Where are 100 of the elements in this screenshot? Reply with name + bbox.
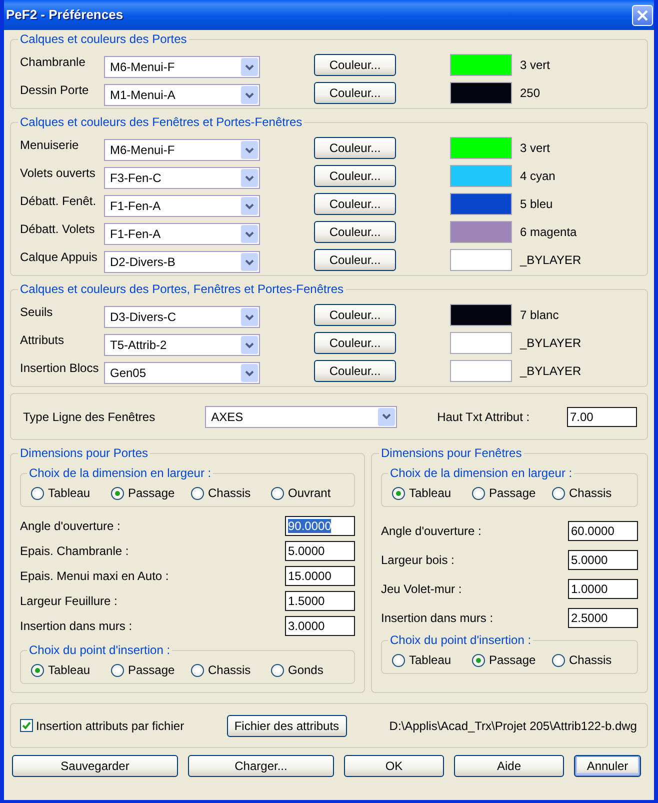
- number-input[interactable]: 2.5000: [568, 608, 638, 628]
- number-input[interactable]: 1.0000: [568, 578, 638, 598]
- radio-label[interactable]: Chassis: [208, 663, 251, 677]
- chevron-down-icon: [245, 64, 254, 70]
- group-title: Choix de la dimension en largeur :: [28, 466, 212, 480]
- color-name: 3 vert: [520, 58, 550, 72]
- radio-button[interactable]: [271, 664, 284, 676]
- radio-button[interactable]: [392, 486, 405, 500]
- dialog-button[interactable]: OK: [344, 755, 444, 777]
- field-label: Epais. Menui maxi en Auto :: [20, 568, 169, 582]
- radio-label[interactable]: Passage: [489, 653, 536, 667]
- radio-label[interactable]: Passage: [128, 663, 175, 677]
- field-label: Volets ouverts: [20, 166, 96, 180]
- group-title: Calques et couleurs des Portes, Fenêtres et Portes-Fenêtres: [19, 282, 344, 296]
- color-name: _BYLAYER: [520, 336, 582, 350]
- radio-button[interactable]: [472, 486, 485, 500]
- radio-label[interactable]: Ouvrant: [288, 486, 331, 500]
- radio-label[interactable]: Tableau: [409, 653, 452, 667]
- color-name: 250: [520, 86, 540, 100]
- radio-button[interactable]: [191, 486, 204, 500]
- group-title: Choix du point d'insertion :: [28, 643, 172, 657]
- number-input[interactable]: 5.0000: [568, 550, 638, 570]
- layer-dropdown[interactable]: M6-Menui-F: [104, 56, 260, 78]
- radio-button[interactable]: [111, 664, 124, 676]
- chevron-down-icon: [245, 92, 254, 98]
- radio-button[interactable]: [31, 486, 44, 500]
- field-label: Insertion dans murs :: [20, 618, 132, 632]
- radio-label[interactable]: Chassis: [569, 486, 612, 500]
- radio-label[interactable]: Tableau: [48, 486, 90, 500]
- color-button[interactable]: Couleur...: [314, 249, 396, 271]
- layer-dropdown[interactable]: F3-Fen-C: [104, 167, 260, 189]
- color-name: 5 bleu: [520, 197, 553, 211]
- layer-dropdown[interactable]: D3-Divers-C: [104, 306, 260, 328]
- field-label: Chambranle: [20, 55, 86, 69]
- radio-button[interactable]: [552, 486, 565, 500]
- field-label: Insertion Blocs: [20, 361, 100, 375]
- color-button[interactable]: Couleur...: [314, 193, 396, 215]
- color-name: _BYLAYER: [520, 364, 582, 378]
- radio-label[interactable]: Passage: [489, 486, 536, 500]
- field-label: Haut Txt Attribut :: [437, 410, 530, 424]
- radio-button[interactable]: [271, 486, 284, 500]
- radio-button[interactable]: [191, 664, 204, 676]
- field-label: Largeur bois :: [381, 552, 454, 566]
- checkbox-label[interactable]: Insertion attributs par fichier: [36, 718, 184, 732]
- layer-dropdown[interactable]: F1-Fen-A: [104, 223, 260, 245]
- chevron-down-icon: [245, 258, 254, 266]
- color-button[interactable]: Couleur...: [314, 304, 396, 326]
- dialog-button[interactable]: Sauvegarder: [12, 755, 178, 777]
- radio-button[interactable]: [392, 654, 405, 666]
- chevron-down-icon: [245, 174, 254, 182]
- radio-button[interactable]: [111, 486, 124, 500]
- layer-dropdown[interactable]: F1-Fen-A: [104, 195, 260, 217]
- number-input[interactable]: 3.0000: [285, 616, 355, 636]
- field-label: Jeu Volet-mur :: [381, 582, 462, 596]
- number-input[interactable]: 15.0000: [285, 566, 355, 586]
- radio-button[interactable]: [31, 664, 44, 676]
- radio-label[interactable]: Chassis: [208, 486, 251, 500]
- chevron-down-icon: [382, 413, 392, 420]
- chevron-down-icon: [245, 230, 254, 238]
- layer-dropdown[interactable]: Gen05: [104, 362, 260, 384]
- color-button[interactable]: Couleur...: [314, 165, 396, 187]
- radio-button[interactable]: [472, 654, 485, 666]
- group-title: Calques et couleurs des Portes: [19, 32, 188, 46]
- group-title: Dimensions pour Fenêtres: [380, 446, 523, 460]
- line-type-dropdown[interactable]: AXES: [205, 406, 398, 428]
- color-button[interactable]: Couleur...: [314, 137, 396, 159]
- color-button[interactable]: Couleur...: [314, 332, 396, 354]
- number-input[interactable]: 1.5000: [285, 590, 355, 610]
- dialog-button[interactable]: Aide: [454, 755, 564, 777]
- radio-label[interactable]: Tableau: [48, 663, 90, 677]
- chevron-down-icon: [245, 370, 254, 376]
- radio-label[interactable]: Passage: [128, 486, 175, 500]
- text-height-input[interactable]: 7.00: [567, 406, 637, 426]
- radio-label[interactable]: Gonds: [288, 663, 324, 677]
- chevron-down-icon: [245, 314, 254, 320]
- dialog-button[interactable]: Charger...: [188, 755, 334, 777]
- group-title: Dimensions pour Portes: [19, 446, 150, 460]
- field-label: Insertion dans murs :: [381, 610, 494, 624]
- layer-dropdown[interactable]: D2-Divers-B: [104, 251, 260, 273]
- layer-dropdown[interactable]: T5-Attrib-2: [104, 334, 260, 356]
- radio-label[interactable]: Chassis: [569, 653, 612, 667]
- dialog-button[interactable]: Annuler: [574, 755, 641, 777]
- field-label: Angle d'ouverture :: [20, 518, 120, 532]
- number-input[interactable]: 60.0000: [568, 520, 638, 540]
- number-input[interactable]: 5.0000: [285, 540, 355, 560]
- number-input[interactable]: 90.0000: [285, 516, 355, 536]
- group-title: Choix de la dimension en largeur :: [389, 466, 574, 480]
- chevron-down-icon: [245, 342, 254, 348]
- field-label: Type Ligne des Fenêtres: [23, 410, 156, 424]
- close-button[interactable]: [632, 4, 653, 26]
- color-button[interactable]: Couleur...: [314, 221, 396, 243]
- checkbox[interactable]: [20, 719, 33, 732]
- layer-dropdown[interactable]: M6-Menui-F: [104, 139, 260, 161]
- color-button[interactable]: Couleur...: [314, 82, 396, 104]
- color-button[interactable]: Couleur...: [314, 360, 396, 382]
- color-button[interactable]: Couleur...: [314, 54, 396, 76]
- file-button[interactable]: Fichier des attributs: [226, 714, 347, 736]
- radio-label[interactable]: Tableau: [409, 486, 452, 500]
- layer-dropdown[interactable]: M1-Menui-A: [104, 84, 260, 106]
- radio-button[interactable]: [552, 654, 565, 666]
